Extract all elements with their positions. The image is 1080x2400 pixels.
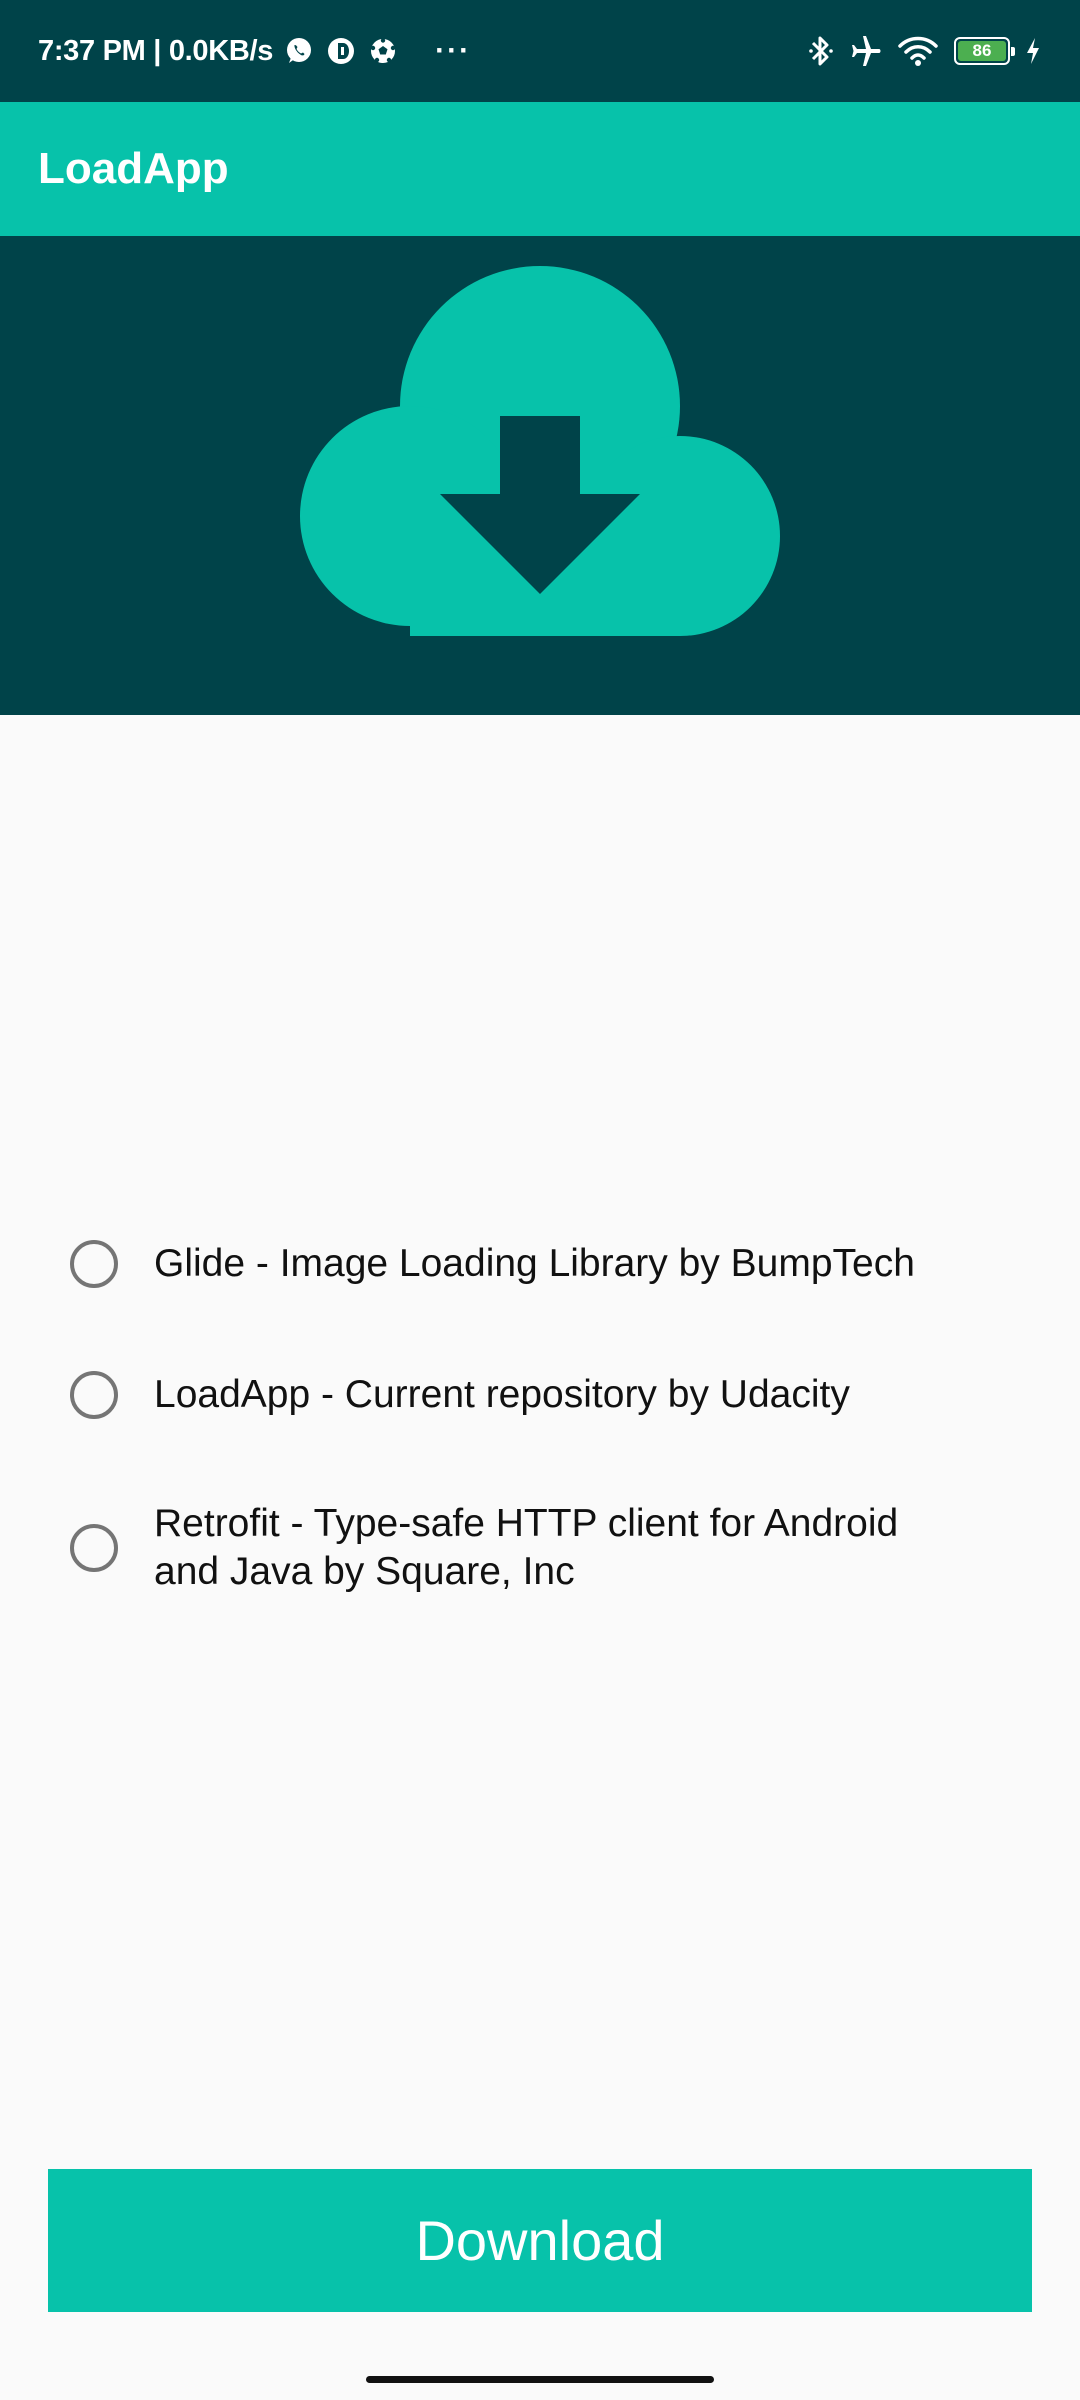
radio-option-glide[interactable]: Glide - Image Loading Library by BumpTec… <box>70 1240 1010 1288</box>
status-time-speed: 7:37 PM | 0.0KB/s <box>38 34 274 67</box>
radio-option-label: Glide - Image Loading Library by BumpTec… <box>154 1242 915 1285</box>
radio-option-label: LoadApp - Current repository by Udacity <box>154 1373 850 1416</box>
radio-button[interactable] <box>70 1524 118 1572</box>
radio-option-loadapp[interactable]: LoadApp - Current repository by Udacity <box>70 1371 1010 1419</box>
app-title: LoadApp <box>38 144 229 193</box>
app-notification-icon <box>325 35 357 67</box>
airplane-mode-icon <box>848 33 884 69</box>
status-right: 86 <box>794 33 1042 69</box>
status-bar: 7:37 PM | 0.0KB/s ··· 86 <box>0 0 1080 102</box>
download-button[interactable]: Download <box>48 2169 1032 2312</box>
radio-button[interactable] <box>70 1371 118 1419</box>
battery-level: 86 <box>958 41 1006 61</box>
charging-icon <box>1024 36 1042 66</box>
cloud-download-icon <box>300 266 780 636</box>
overflow-dots: ··· <box>435 34 472 67</box>
radio-button[interactable] <box>70 1240 118 1288</box>
radio-option-retrofit[interactable]: Retrofit - Type-safe HTTP client for And… <box>70 1500 1010 1596</box>
wifi-icon <box>898 35 938 67</box>
radio-option-label: Retrofit - Type-safe HTTP client for And… <box>154 1502 899 1593</box>
bluetooth-icon <box>808 33 834 69</box>
app-bar: LoadApp <box>0 102 1080 236</box>
home-indicator[interactable] <box>366 2376 714 2383</box>
whatsapp-icon <box>283 35 315 67</box>
soccer-ball-icon <box>367 35 399 67</box>
battery-icon: 86 <box>954 37 1015 65</box>
hero-banner <box>0 236 1080 715</box>
status-left: 7:37 PM | 0.0KB/s ··· <box>38 34 471 68</box>
